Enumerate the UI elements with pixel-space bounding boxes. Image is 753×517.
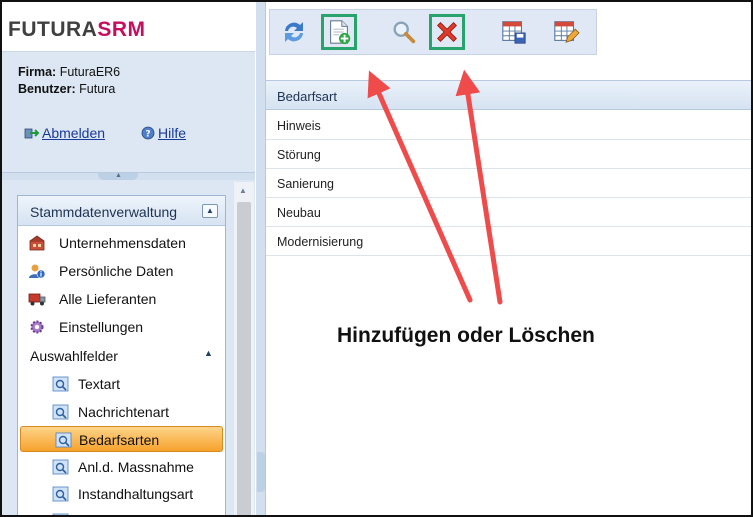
annotation-text: Hinzufügen oder Löschen bbox=[337, 324, 595, 347]
nav-scrollbar[interactable]: ▲ bbox=[234, 182, 254, 515]
help-icon: ? bbox=[141, 126, 155, 140]
table-row[interactable]: Hinweis bbox=[266, 111, 751, 140]
add-document-icon bbox=[330, 20, 351, 45]
user-label: Benutzer: bbox=[18, 82, 76, 96]
collapse-button[interactable]: ▲ bbox=[202, 204, 218, 218]
list-form-icon bbox=[52, 513, 69, 515]
nav-item-alle-lieferanten[interactable]: Alle Lieferanten bbox=[18, 286, 225, 312]
user-line: Benutzer: Futura bbox=[18, 82, 115, 96]
refresh-icon bbox=[285, 22, 303, 42]
magnifier-icon bbox=[393, 21, 416, 44]
row-cell: Hinweis bbox=[277, 119, 321, 133]
nav-item-label: Persönliche Daten bbox=[59, 263, 174, 279]
refresh-button[interactable] bbox=[276, 14, 312, 50]
left-sidebar: FUTURASRM Firma: FuturaER6 Benutzer: Fut… bbox=[2, 2, 255, 515]
logout-icon bbox=[24, 128, 40, 139]
list-form-icon bbox=[52, 404, 69, 420]
nav-panel-header[interactable]: Stammdatenverwaltung ▲ bbox=[18, 196, 225, 226]
main-splitter[interactable] bbox=[256, 2, 266, 515]
firm-label: Firma: bbox=[18, 65, 57, 79]
user-info-box: Firma: FuturaER6 Benutzer: Futura Abmeld… bbox=[2, 52, 255, 172]
logo-part1: FUTURA bbox=[8, 18, 98, 41]
grid-header-label: Bedarfsart bbox=[277, 89, 337, 104]
table-row[interactable]: Störung bbox=[266, 140, 751, 169]
triangle-up-icon[interactable]: ▲ bbox=[204, 348, 213, 358]
nav-subitem-anl-massnahme[interactable]: Anl.d. Massnahme bbox=[18, 454, 225, 480]
list-form-icon bbox=[52, 486, 69, 502]
nav-subitem-textart[interactable]: Textart bbox=[18, 371, 225, 397]
table-row[interactable]: Modernisierung bbox=[266, 227, 751, 256]
building-icon bbox=[29, 235, 45, 251]
truck-icon bbox=[28, 293, 46, 306]
nav-item-persoenliche-daten[interactable]: Persönliche Daten bbox=[18, 258, 225, 284]
brand-header: FUTURASRM bbox=[2, 2, 255, 52]
nav-group-auswahlfelder[interactable]: Auswahlfelder ▲ bbox=[18, 344, 225, 368]
edit-layout-button[interactable] bbox=[548, 14, 584, 50]
list-form-icon bbox=[52, 376, 69, 392]
splitter-grip[interactable]: ▲ bbox=[98, 172, 138, 180]
gear-icon bbox=[30, 320, 44, 334]
help-link[interactable]: ? Hilfe bbox=[140, 125, 186, 141]
main-content: Bedarfsart Hinweis Störung Sanierung Neu… bbox=[256, 2, 751, 515]
nav-subitem-label: Anl.d. Massnahme bbox=[78, 459, 194, 475]
chevron-up-icon: ▲ bbox=[206, 206, 214, 215]
firm-line: Firma: FuturaER6 bbox=[18, 65, 120, 79]
nav-area: Stammdatenverwaltung ▲ Unternehmensdaten… bbox=[2, 180, 255, 515]
nav-item-label: Alle Lieferanten bbox=[59, 291, 157, 307]
row-cell: Störung bbox=[277, 148, 321, 162]
add-button[interactable] bbox=[321, 14, 357, 50]
table-row[interactable]: Neubau bbox=[266, 198, 751, 227]
nav-item-einstellungen[interactable]: Einstellungen bbox=[18, 314, 225, 340]
help-label: Hilfe bbox=[158, 125, 187, 141]
app-window: FUTURASRM Firma: FuturaER6 Benutzer: Fut… bbox=[0, 0, 753, 517]
app-logo: FUTURASRM bbox=[8, 18, 146, 42]
firm-value: FuturaER6 bbox=[59, 65, 121, 79]
logout-link[interactable]: Abmelden bbox=[24, 125, 105, 141]
nav-subitem-nachrichtenart[interactable]: Nachrichtenart bbox=[18, 399, 225, 425]
row-cell: Neubau bbox=[277, 206, 321, 220]
save-layout-button[interactable] bbox=[496, 14, 532, 50]
collapse-arrow-icon: ▲ bbox=[115, 172, 122, 179]
list-form-icon bbox=[52, 459, 69, 475]
logout-label: Abmelden bbox=[42, 125, 106, 141]
table-row[interactable]: Sanierung bbox=[266, 169, 751, 198]
table-edit-icon bbox=[554, 21, 580, 43]
toolbar bbox=[269, 9, 597, 55]
nav-subitem-label: Textart bbox=[78, 376, 121, 392]
nav-subitem-label: Bedarfsarten bbox=[79, 432, 160, 448]
panel-splitter[interactable]: ▲ bbox=[2, 172, 255, 180]
grid-header[interactable]: Bedarfsart bbox=[266, 80, 751, 110]
splitter-tab[interactable] bbox=[257, 452, 265, 492]
delete-button[interactable] bbox=[429, 14, 465, 50]
nav-subitem-bedarfsarten[interactable]: Bedarfsarten bbox=[20, 426, 223, 452]
nav-group-label: Auswahlfelder bbox=[30, 348, 118, 364]
nav-panel-title: Stammdatenverwaltung bbox=[30, 204, 178, 220]
row-cell: Modernisierung bbox=[277, 235, 364, 249]
delete-x-icon bbox=[437, 22, 457, 42]
table-save-icon bbox=[502, 21, 526, 44]
nav-panel: Stammdatenverwaltung ▲ Unternehmensdaten… bbox=[17, 195, 226, 515]
person-info-icon bbox=[29, 264, 46, 279]
logo-part2: SRM bbox=[97, 18, 146, 41]
nav-subitem-instandhaltungsart[interactable]: Instandhaltungsart bbox=[18, 481, 225, 507]
nav-subitem-partial[interactable] bbox=[18, 508, 225, 515]
scroll-up-icon[interactable]: ▲ bbox=[239, 186, 247, 195]
list-form-icon bbox=[55, 432, 72, 448]
nav-subitem-label: Instandhaltungsart bbox=[78, 486, 194, 502]
nav-item-label: Unternehmensdaten bbox=[59, 235, 186, 251]
nav-item-label: Einstellungen bbox=[59, 319, 144, 335]
svg-text:?: ? bbox=[145, 130, 150, 140]
row-cell: Sanierung bbox=[277, 177, 334, 191]
nav-item-unternehmensdaten[interactable]: Unternehmensdaten bbox=[18, 230, 225, 256]
search-button[interactable] bbox=[386, 14, 422, 50]
nav-subitem-label: Nachrichtenart bbox=[78, 404, 170, 420]
user-value: Futura bbox=[79, 82, 116, 96]
scrollbar-thumb[interactable] bbox=[237, 202, 251, 515]
